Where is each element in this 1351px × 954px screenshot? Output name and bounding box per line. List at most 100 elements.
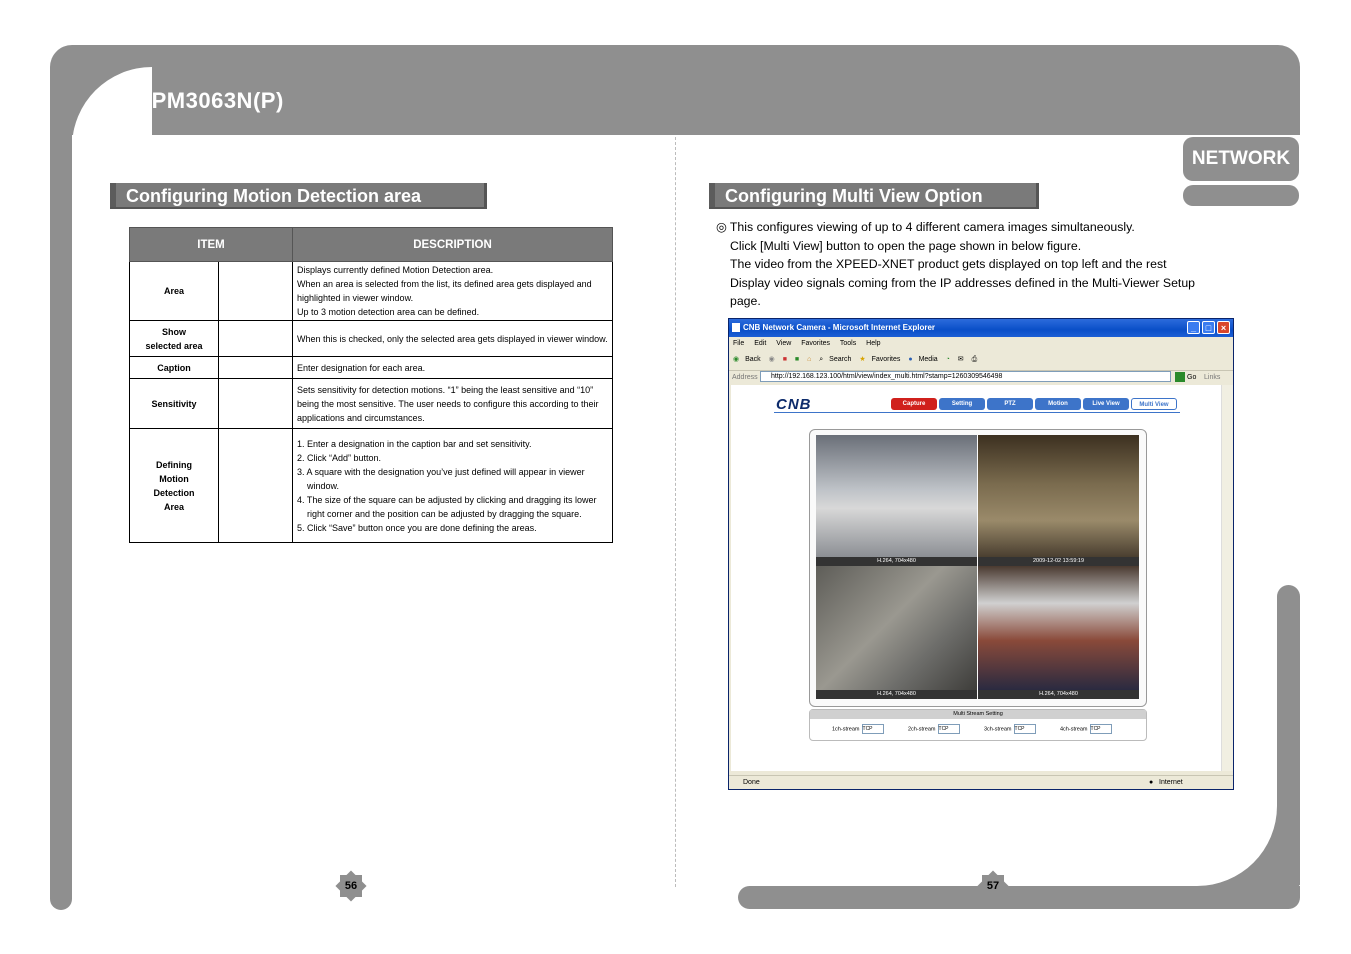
nav-ptz[interactable]: PTZ (987, 398, 1033, 410)
description-cell: When this is checked, only the selected … (292, 320, 613, 357)
search-button[interactable]: Search (829, 356, 851, 363)
blank-cell (218, 356, 293, 379)
camera-view-4[interactable] (978, 566, 1139, 690)
right-section-title: Configuring Multi View Option (709, 183, 1039, 209)
left-rail (50, 100, 72, 910)
menu-tools[interactable]: Tools (840, 340, 856, 347)
status-bar: Done ● Internet (729, 775, 1233, 790)
item-cell: Area (129, 261, 219, 321)
stream-label: 4ch-stream (1060, 726, 1088, 733)
forward-icon[interactable]: ◉ (769, 356, 775, 363)
go-icon[interactable] (1175, 372, 1185, 382)
browser-toolbar: ◉ Back ◉ ■ ■ ⌂ ⌕ Search ★ Favorites ● Media … (733, 351, 1233, 369)
motion-detection-table: ITEM DESCRIPTION Area Displays currently… (129, 227, 613, 543)
menu-bar: File Edit View Favorites Tools Help (733, 338, 1233, 350)
menu-file[interactable]: File (733, 340, 744, 347)
section-tab: NETWORK (1183, 137, 1299, 181)
media-button[interactable]: Media (919, 356, 938, 363)
print-icon[interactable]: ⎙ (972, 356, 978, 363)
address-label: Address (732, 374, 758, 381)
menu-favorites[interactable]: Favorites (801, 340, 830, 347)
stream-label: 3ch-stream (984, 726, 1012, 733)
nav-setting[interactable]: Setting (939, 398, 985, 410)
stream-select-2[interactable]: TCP (937, 724, 960, 734)
page-content: CNB Capture Setting PTZ Motion Live View… (731, 385, 1221, 771)
camera-caption: H.264, 704x480 (816, 690, 977, 699)
browser-window: CNB Network Camera - Microsoft Internet … (728, 318, 1234, 790)
menu-help[interactable]: Help (866, 340, 880, 347)
table-row: Sensitivity Sets sensitivity for detecti… (129, 378, 613, 429)
nav-motion[interactable]: Motion (1035, 398, 1081, 410)
stream-select-4[interactable]: TCP (1089, 724, 1112, 734)
blank-cell (218, 378, 293, 429)
stream-label: 1ch-stream (832, 726, 860, 733)
left-section-title: Configuring Motion Detection area (110, 183, 487, 209)
table-header-row: ITEM DESCRIPTION (129, 227, 613, 262)
camera-view-2[interactable] (978, 435, 1139, 557)
blank-cell (218, 428, 293, 543)
multi-stream-setting: Multi Stream Setting 1ch-stream TCP 2ch-s… (809, 709, 1147, 741)
menu-edit[interactable]: Edit (754, 340, 766, 347)
section-tab-pill (1183, 185, 1299, 206)
page-divider (675, 137, 676, 887)
product-title: IPM3063N(P) (145, 88, 284, 113)
nav-underline (774, 412, 1180, 413)
globe-icon: ● (1149, 779, 1154, 786)
page-number-left: 56 (335, 870, 367, 902)
go-button[interactable]: Go (1187, 371, 1196, 384)
nav-live-view[interactable]: Live View (1083, 398, 1129, 410)
bottom-rail (738, 886, 1300, 909)
intro-paragraph: ◎ This configures viewing of up to 4 dif… (716, 220, 1196, 308)
multi-viewer: H.264, 704x480 2009-12-02 13:59:19 H.264… (809, 429, 1147, 707)
home-icon[interactable]: ⌂ (807, 356, 811, 363)
page-number-right: 57 (977, 870, 1009, 902)
description-cell: Enter designation for each area. (292, 356, 613, 379)
nav-capture[interactable]: Capture (891, 398, 937, 410)
favorites-button[interactable]: Favorites (872, 356, 901, 363)
item-cell: Show selected area (129, 320, 219, 357)
search-icon[interactable]: ⌕ (819, 356, 823, 363)
zone-text: Internet (1159, 779, 1183, 786)
description-cell: Displays currently defined Motion Detect… (292, 261, 613, 321)
address-input[interactable]: http://192.168.123.100/html/view/index_m… (760, 371, 1171, 382)
stream-select-1[interactable]: TCP (861, 724, 884, 734)
item-cell: Defining Motion Detection Area (129, 428, 219, 543)
status-text: Done (743, 779, 760, 786)
cnb-logo: CNB (776, 396, 812, 413)
camera-caption: H.264, 704x480 (978, 690, 1139, 699)
media-icon[interactable]: ● (908, 356, 912, 363)
mail-icon[interactable]: ✉ (958, 356, 964, 363)
table-row: Defining Motion Detection Area 1. Enter … (129, 428, 613, 543)
multi-stream-title: Multi Stream Setting (810, 710, 1146, 719)
browser-titlebar: CNB Network Camera - Microsoft Internet … (729, 319, 1233, 337)
description-cell: Sets sensitivity for detection motions. … (292, 378, 613, 429)
table-header-description: DESCRIPTION (292, 227, 613, 262)
back-button[interactable]: Back (745, 356, 761, 363)
back-icon[interactable]: ◉ (733, 356, 739, 363)
table-header-item: ITEM (129, 227, 293, 262)
table-row: Show selected area When this is checked,… (129, 320, 613, 357)
minimize-icon[interactable]: _ (1187, 321, 1200, 334)
menu-view[interactable]: View (776, 340, 791, 347)
refresh-icon[interactable]: ■ (795, 356, 799, 363)
table-row: Area Displays currently defined Motion D… (129, 261, 613, 321)
stream-label: 2ch-stream (908, 726, 936, 733)
close-icon[interactable]: × (1217, 321, 1230, 334)
links-label[interactable]: Links (1204, 371, 1220, 384)
right-rail (1277, 585, 1300, 885)
history-icon[interactable]: ◔ (946, 356, 950, 363)
camera-view-3[interactable] (816, 566, 977, 690)
ie-icon (732, 323, 740, 332)
camera-caption: 2009-12-02 13:59:19 (978, 557, 1139, 566)
blank-cell (218, 261, 293, 321)
stop-icon[interactable]: ■ (783, 356, 787, 363)
table-row: Caption Enter designation for each area. (129, 356, 613, 379)
camera-view-1[interactable] (816, 435, 977, 557)
stream-select-3[interactable]: TCP (1013, 724, 1036, 734)
nav-multi-view[interactable]: Multi View (1131, 398, 1177, 410)
description-cell: 1. Enter a designation in the caption ba… (292, 428, 613, 543)
maximize-icon[interactable]: □ (1202, 321, 1215, 334)
vertical-scrollbar[interactable] (1221, 385, 1233, 771)
favorites-icon[interactable]: ★ (859, 356, 865, 363)
camera-caption: H.264, 704x480 (816, 557, 977, 566)
